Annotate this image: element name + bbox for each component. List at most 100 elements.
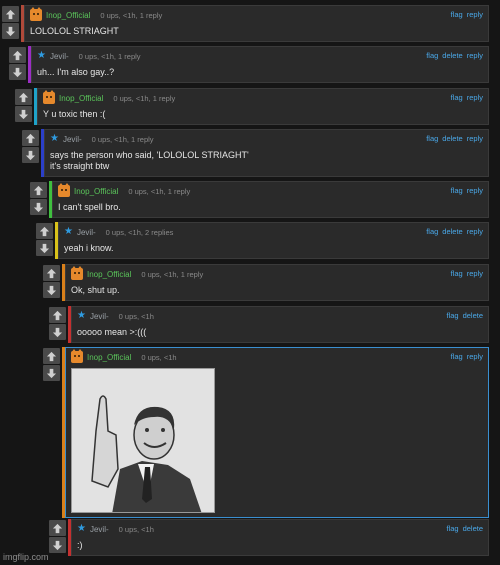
delete-link[interactable]: delete [442,227,462,236]
flag-link[interactable]: flag [426,51,438,60]
arrow-down-icon[interactable] [15,106,32,122]
arrow-down-icon[interactable] [30,199,47,215]
username-link[interactable]: Jevil- [77,228,96,237]
comment-actions: flag delete reply [426,227,483,236]
reply-link[interactable]: reply [467,186,483,195]
flag-link[interactable]: flag [451,186,463,195]
reply-link[interactable]: reply [467,134,483,143]
flag-link[interactable]: flag [451,352,463,361]
comment-text: yeah i know. [64,243,114,253]
comment-header: Inop_Official 0 ups, <1h [71,349,483,363]
arrow-up-icon[interactable] [9,47,26,63]
vote-controls [22,129,39,177]
arrow-up-icon[interactable] [43,348,60,364]
reply-link[interactable]: reply [467,227,483,236]
arrow-up-icon[interactable] [43,265,60,281]
comment-header: ★ Jevil- 0 ups, <1h, 1 reply [50,133,483,145]
comment-header: Inop_Official 0 ups, <1h, 1 reply [30,7,483,21]
delete-link[interactable]: delete [463,311,483,320]
vote-controls [36,222,53,259]
username-link[interactable]: Inop_Official [74,187,118,196]
comment-header: Inop_Official 0 ups, <1h, 1 reply [43,90,483,104]
flag-link[interactable]: flag [426,134,438,143]
blue-star-icon: ★ [77,523,86,534]
vote-controls [49,306,66,343]
arrow-down-icon[interactable] [2,23,19,39]
username-link[interactable]: Inop_Official [46,11,90,20]
reply-link[interactable]: reply [467,269,483,278]
orange-cat-icon [71,349,83,363]
arrow-up-icon[interactable] [22,130,39,146]
arrow-down-icon[interactable] [36,240,53,256]
username-link[interactable]: Jevil- [90,525,109,534]
flag-link[interactable]: flag [446,311,458,320]
comment-header: ★ Jevil- 0 ups, <1h [77,523,483,535]
comment-box: Inop_Official 0 ups, <1h, 1 reply flag re… [24,5,489,42]
comment-header: Inop_Official 0 ups, <1h, 1 reply [58,183,483,197]
comment-actions: flag delete reply [426,134,483,143]
arrow-up-icon[interactable] [49,307,66,323]
comment-meta: 0 ups, <1h, 1 reply [78,51,141,61]
comment-meta: 0 ups, <1h, 1 reply [113,93,176,103]
arrow-down-icon[interactable] [49,537,66,553]
delete-link[interactable]: delete [463,524,483,533]
comment-header: ★ Jevil- 0 ups, <1h, 2 replies [64,226,483,238]
comment-text: I can't spell bro. [58,202,121,212]
comment-actions: flag reply [451,269,483,278]
delete-link[interactable]: delete [442,51,462,60]
comment-text: Ok, shut up. [71,285,120,295]
arrow-up-icon[interactable] [36,223,53,239]
arrow-down-icon[interactable] [49,324,66,340]
orange-cat-icon [30,7,42,21]
comment-text: Y u toxic then :( [43,109,106,119]
arrow-down-icon[interactable] [9,64,26,80]
username-link[interactable]: Inop_Official [87,270,131,279]
username-link[interactable]: Jevil- [63,135,82,144]
flag-link[interactable]: flag [451,269,463,278]
username-link[interactable]: Inop_Official [87,353,131,362]
comment-text: LOLOLOL STRIAGHT [30,26,119,36]
imgflip-watermark: imgflip.com [3,552,49,562]
arrow-down-icon[interactable] [43,282,60,298]
comment-box: Inop_Official 0 ups, <1h flag reply SERIO… [65,347,489,518]
comment-header: ★ Jevil- 0 ups, <1h, 1 reply [37,50,483,62]
arrow-up-icon[interactable] [2,6,19,22]
username-link[interactable]: Jevil- [90,312,109,321]
comment-actions: flag delete [446,311,483,320]
vote-controls [43,347,60,518]
comment-text: says the person who said, 'LOLOLOL STRIA… [50,150,249,171]
flag-link[interactable]: flag [451,93,463,102]
delete-link[interactable]: delete [442,134,462,143]
arrow-down-icon[interactable] [43,365,60,381]
blue-star-icon: ★ [37,50,46,61]
blue-star-icon: ★ [64,226,73,237]
reply-link[interactable]: reply [467,51,483,60]
comment-box: ★ Jevil- 0 ups, <1h, 1 reply flag delete r… [31,46,489,83]
flag-link[interactable]: flag [426,227,438,236]
orange-cat-icon [71,266,83,280]
comment-meta: 0 ups, <1h [118,311,154,321]
arrow-up-icon[interactable] [30,182,47,198]
comment-actions: flag reply [451,186,483,195]
reply-link[interactable]: reply [467,352,483,361]
arrow-up-icon[interactable] [49,520,66,536]
arrow-up-icon[interactable] [15,89,32,105]
comment-actions: flag delete [446,524,483,533]
comment-row: ★ Jevil- 0 ups, <1h flag delete :) [49,519,489,556]
comment-text: uh... I'm also gay..? [37,67,115,77]
vote-controls [15,88,32,125]
flag-link[interactable]: flag [446,524,458,533]
comment-header: ★ Jevil- 0 ups, <1h [77,310,483,322]
comment-header: Inop_Official 0 ups, <1h, 1 reply [71,266,483,280]
comment-row: Inop_Official 0 ups, <1h, 1 reply flag re… [43,264,489,301]
comment-meta: 0 ups, <1h, 1 reply [128,186,191,196]
arrow-down-icon[interactable] [22,147,39,163]
reply-link[interactable]: reply [467,10,483,19]
username-link[interactable]: Inop_Official [59,94,103,103]
flag-link[interactable]: flag [451,10,463,19]
comment-meta: 0 ups, <1h, 1 reply [91,134,154,144]
username-link[interactable]: Jevil- [50,52,69,61]
comment-meta: 0 ups, <1h [141,352,177,362]
reply-link[interactable]: reply [467,93,483,102]
comment-row: ★ Jevil- 0 ups, <1h flag delete ooooo mea… [49,306,489,343]
